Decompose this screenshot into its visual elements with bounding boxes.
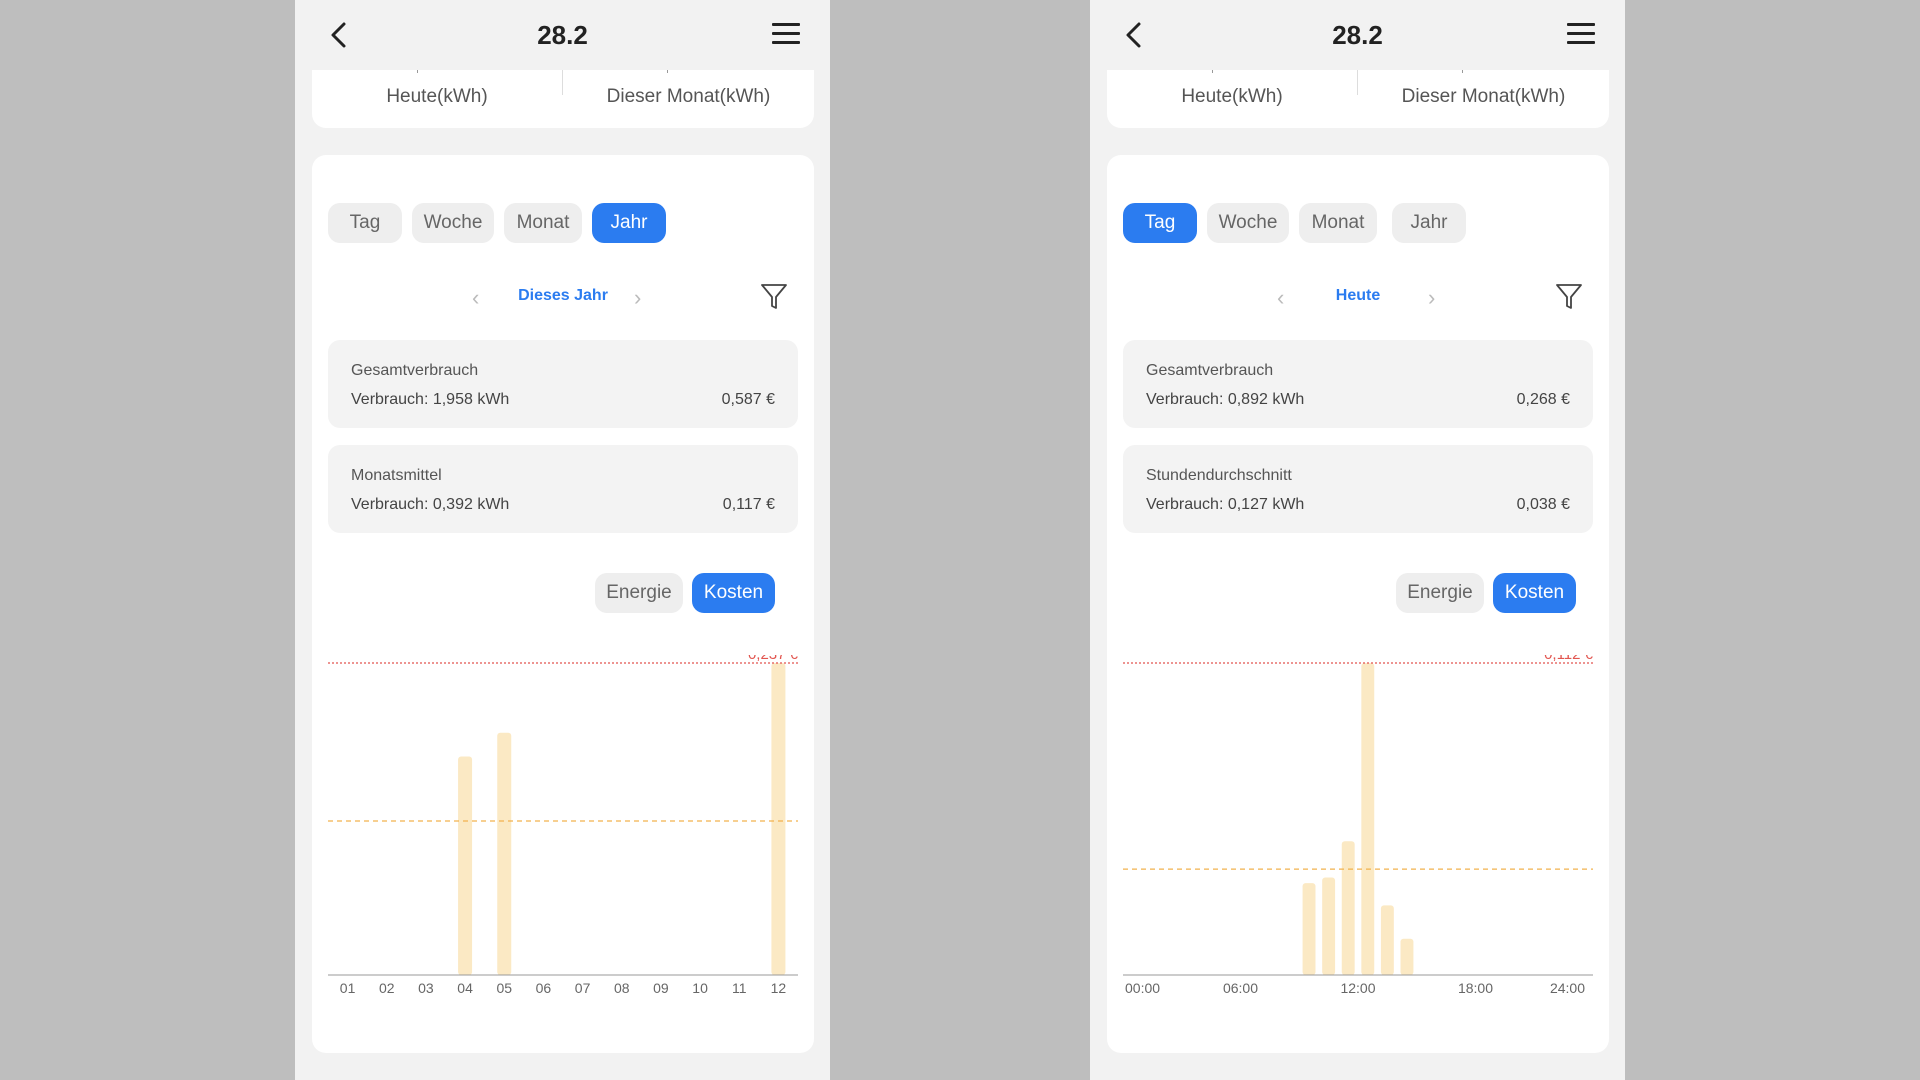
x-tick-label: 12	[771, 980, 787, 996]
stat-cost: 0,268 €	[1516, 391, 1570, 408]
chart-bar	[771, 663, 786, 975]
x-tick-label: 06	[536, 980, 552, 996]
energy-toggle[interactable]: Energie	[595, 573, 683, 613]
cost-bar-chart: 01 02 03 04 05 06 07 08 09 10 11 12 0,237 €	[312, 655, 814, 1035]
average-consumption-card: Monatsmittel Verbrauch: 0,392 kWh 0,117 …	[328, 445, 798, 533]
app-header: 28.2	[1090, 0, 1625, 70]
tab-month[interactable]: Monat	[1299, 203, 1377, 243]
chart-bar	[1302, 883, 1316, 975]
chart-bar	[458, 756, 473, 975]
x-tick-label: 02	[379, 980, 395, 996]
page-title: 28.2	[1332, 20, 1383, 50]
x-tick-label: 12:00	[1340, 980, 1375, 996]
hourly-average-card: Stundendurchschnitt Verbrauch: 0,127 kWh…	[1123, 445, 1593, 533]
hamburger-menu-icon[interactable]	[1567, 20, 1597, 48]
stat-title: Stundendurchschnitt	[1146, 467, 1292, 484]
stat-value: Verbrauch: 0,392 kWh	[351, 496, 510, 513]
phone-screen-year: Heute(kWh) Dieser Monat(kWh) 28.2 Tag Wo…	[295, 0, 830, 1080]
x-tick-label: 11	[732, 980, 747, 996]
today-label: Heute(kWh)	[1181, 86, 1283, 107]
tab-year[interactable]: Jahr	[592, 203, 666, 243]
phone-screen-day: Heute(kWh) Dieser Monat(kWh) 28.2 Tag Wo…	[1090, 0, 1625, 1080]
tab-day[interactable]: Tag	[1123, 203, 1197, 243]
chart-svg: 01 02 03 04 05 06 07 08 09 10 11 12 0,237 €	[328, 655, 799, 996]
chevron-right-icon[interactable]: ›	[634, 285, 641, 311]
tab-week[interactable]: Woche	[412, 203, 494, 243]
max-value-label: 0,112 €	[1544, 655, 1594, 663]
period-label: Dieses Jahr	[518, 287, 608, 304]
cost-bar-chart: 00:00 06:00 12:00 18:00 24:00 0,112 €	[1107, 655, 1609, 1035]
month-label: Dieser Monat(kWh)	[606, 86, 771, 107]
chart-svg: 00:00 06:00 12:00 18:00 24:00 0,112 €	[1123, 655, 1594, 996]
filter-funnel-icon[interactable]	[760, 281, 788, 311]
energy-toggle[interactable]: Energie	[1396, 573, 1484, 613]
x-tick-label: 18:00	[1458, 980, 1493, 996]
total-consumption-card: Gesamtverbrauch Verbrauch: 0,892 kWh 0,2…	[1123, 340, 1593, 428]
chart-bar	[1322, 877, 1336, 975]
stat-value: Verbrauch: 0,892 kWh	[1146, 391, 1305, 408]
stat-value: Verbrauch: 0,127 kWh	[1146, 496, 1305, 513]
today-label: Heute(kWh)	[386, 86, 488, 107]
x-tick-label: 06:00	[1223, 980, 1258, 996]
month-label: Dieser Monat(kWh)	[1401, 86, 1566, 107]
page-title: 28.2	[537, 20, 588, 50]
x-tick-label: 24:00	[1550, 980, 1585, 996]
statistics-card: Tag Woche Monat Jahr ‹ Dieses Jahr › Ges…	[312, 155, 814, 1053]
x-tick-label: 04	[457, 980, 473, 996]
tab-week[interactable]: Woche	[1207, 203, 1289, 243]
x-tick-label: 03	[418, 980, 434, 996]
chart-bar	[1341, 841, 1355, 975]
app-header: 28.2	[295, 0, 830, 70]
tab-day[interactable]: Tag	[328, 203, 402, 243]
tab-month[interactable]: Monat	[504, 203, 582, 243]
statistics-card: Tag Woche Monat Jahr ‹ Heute › Gesamtver…	[1107, 155, 1609, 1053]
max-value-label: 0,237 €	[748, 655, 799, 663]
stat-title: Gesamtverbrauch	[1146, 362, 1274, 379]
total-consumption-card: Gesamtverbrauch Verbrauch: 1,958 kWh 0,5…	[328, 340, 798, 428]
chart-bar	[497, 732, 512, 975]
x-tick-label: 09	[653, 980, 669, 996]
x-tick-label: 08	[614, 980, 630, 996]
stat-cost: 0,587 €	[721, 391, 775, 408]
stat-value: Verbrauch: 1,958 kWh	[351, 391, 510, 408]
period-label: Heute	[1335, 287, 1381, 304]
filter-funnel-icon[interactable]	[1555, 281, 1583, 311]
cost-toggle[interactable]: Kosten	[1493, 573, 1576, 613]
tab-year[interactable]: Jahr	[1392, 203, 1466, 243]
x-tick-label: 07	[575, 980, 591, 996]
stat-title: Monatsmittel	[351, 467, 442, 484]
x-tick-label: 00:00	[1125, 980, 1160, 996]
chart-bar	[1400, 938, 1414, 975]
chart-bar	[1361, 663, 1375, 975]
stat-cost: 0,117 €	[722, 496, 775, 513]
stat-title: Gesamtverbrauch	[351, 362, 479, 379]
x-tick-label: 05	[496, 980, 512, 996]
stat-cost: 0,038 €	[1516, 496, 1570, 513]
chevron-right-icon[interactable]: ›	[1428, 285, 1435, 311]
x-tick-label: 10	[692, 980, 708, 996]
x-tick-label: 01	[340, 980, 356, 996]
hamburger-menu-icon[interactable]	[772, 20, 802, 48]
chart-bar	[1380, 905, 1394, 975]
cost-toggle[interactable]: Kosten	[692, 573, 775, 613]
